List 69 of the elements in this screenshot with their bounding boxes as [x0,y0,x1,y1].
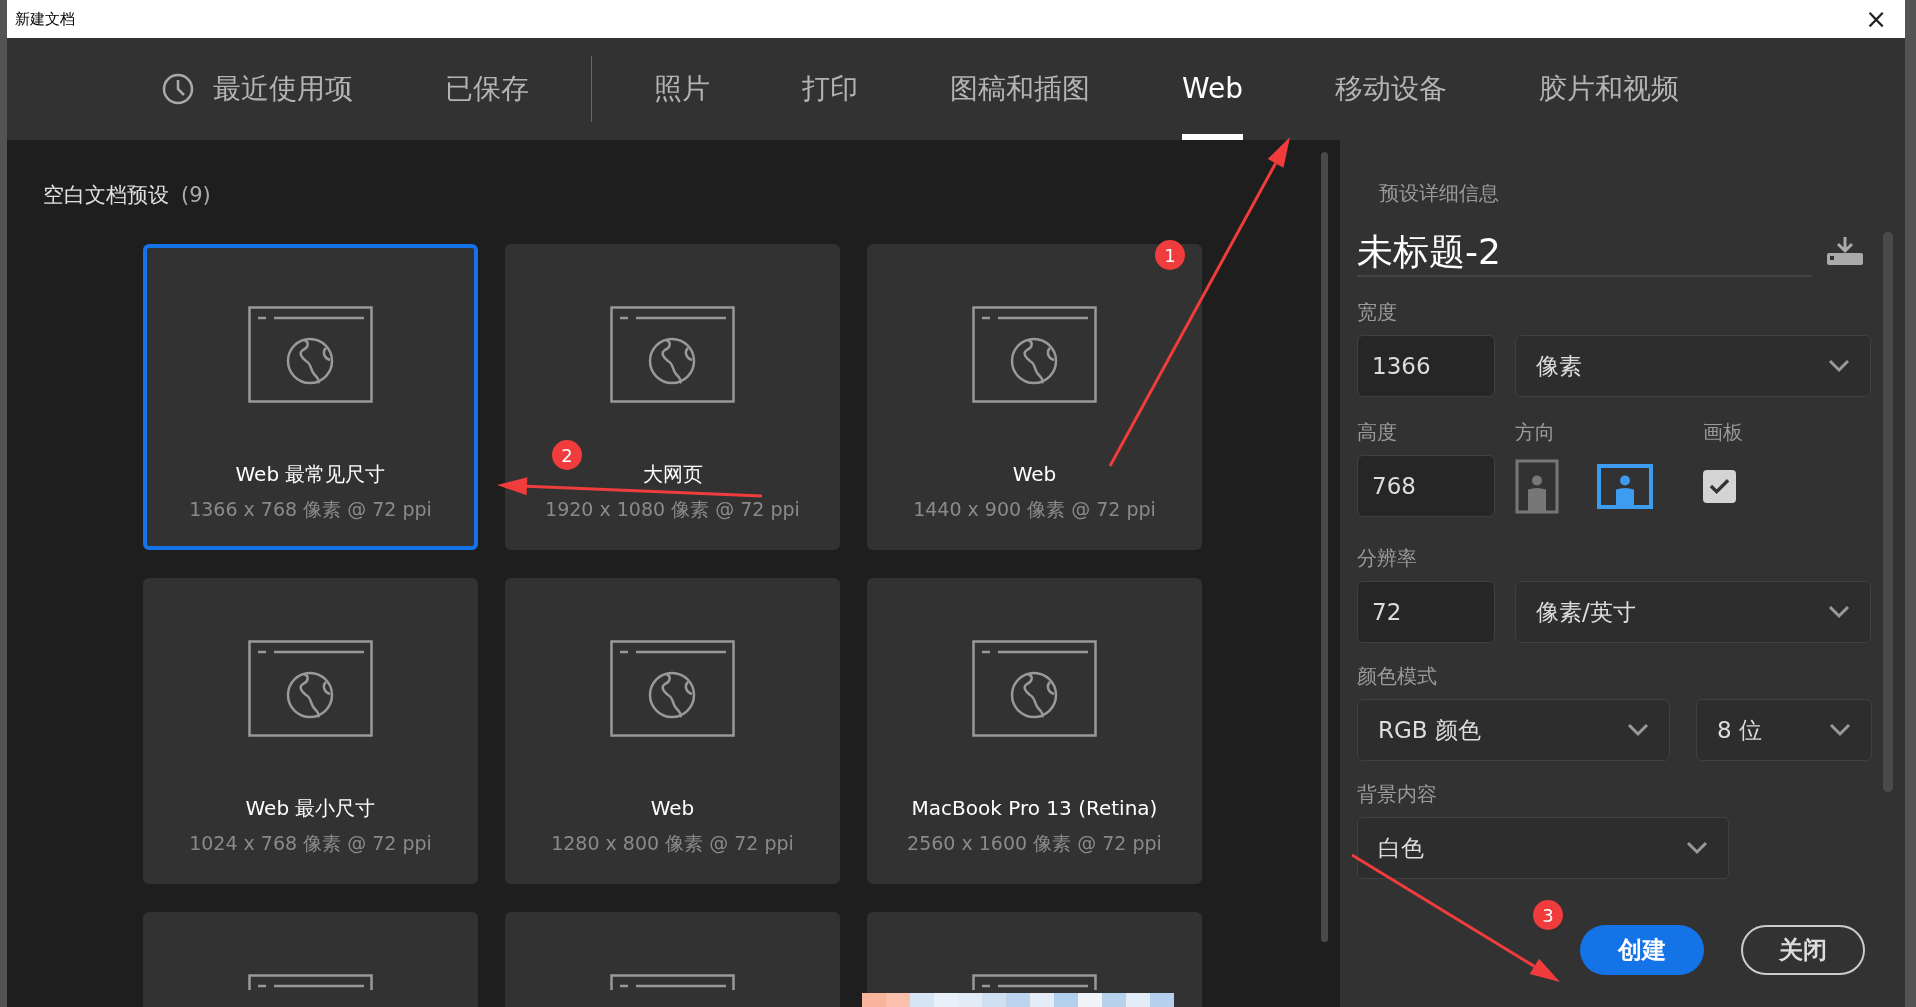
window-title: 新建文档 [15,8,75,30]
category-tab[interactable]: 胶片和视频 [1539,38,1680,140]
width-field[interactable]: 1366 [1357,335,1495,398]
field-label: 分辨率 [1357,545,1418,573]
resolution-unit-dropdown[interactable]: 像素/英寸 [1515,581,1871,644]
bit-depth-dropdown[interactable]: 8 位 [1696,699,1872,762]
globe-window-icon [248,305,373,403]
color-mode-dropdown[interactable]: RGB 颜色 [1357,699,1670,762]
clock-icon [161,72,195,106]
browser-window-icon [972,973,1097,990]
category-tab[interactable]: 已保存 [445,38,529,140]
category-tab[interactable]: 照片 [654,38,710,140]
globe-window-icon [972,305,1097,403]
field-label: 宽度 [1357,299,1398,327]
scrollbar[interactable] [1321,152,1328,942]
save-preset-icon [1826,237,1864,267]
document-name: 未标题-2 [1357,230,1501,274]
panel-heading: 预设详细信息 [1379,180,1500,207]
globe-window-icon [610,305,735,403]
category-tab[interactable]: 图稿和插图 [950,38,1090,140]
preset-count: (9) [181,183,211,207]
category-tab[interactable]: 打印 [802,38,858,140]
chevron-icon [1627,723,1649,738]
preset-size: 2560 x 1600 像素 @ 72 ppi [907,830,1162,856]
preset-card[interactable]: MacBook Pro 13 (Retina) 2560 x 1600 像素 @ 72 ppi [867,577,1202,884]
category-tab[interactable]: 移动设备 [1335,38,1448,140]
globe-window-icon [972,639,1097,737]
section-title: 空白文档预设 [43,183,169,207]
artboard-checkbox[interactable] [1703,469,1736,503]
chevron-icon [1828,605,1850,620]
field-label: 颜色模式 [1357,663,1438,691]
globe-window-icon [610,639,735,737]
field-label: 背景内容 [1357,781,1438,809]
landscape-button[interactable] [1597,463,1653,509]
field-label: 高度 [1357,419,1398,447]
field-label: 画板 [1703,419,1743,447]
preset-name: Web [650,794,695,822]
preset-card[interactable]: Web 1280 x 800 像素 @ 72 ppi [505,577,840,884]
unit-dropdown[interactable]: 像素 [1515,335,1871,398]
preset-card[interactable]: Web 最小尺寸 1024 x 768 像素 @ 72 ppi [143,577,478,884]
check-icon [1709,477,1730,496]
chevron-icon [1686,841,1708,856]
preset-size: 1440 x 900 像素 @ 72 ppi [913,496,1156,522]
preset-size: 1920 x 1080 像素 @ 72 ppi [545,496,800,522]
scrollbar[interactable] [1883,232,1893,792]
background-dropdown[interactable]: 白色 [1357,817,1729,880]
height-field[interactable]: 768 [1357,455,1495,518]
preset-size: 1366 x 768 像素 @ 72 ppi [189,496,432,522]
chevron-icon [1829,723,1851,738]
category-tab[interactable]: 最近使用项 [161,38,353,140]
chevron-icon [1828,359,1850,374]
preset-name: Web 最常见尺寸 [235,460,386,488]
preset-name: Web [1012,460,1057,488]
globe-window-icon [248,639,373,737]
preset-name: MacBook Pro 13 (Retina) [911,794,1158,822]
category-tab[interactable]: Web [1182,38,1244,140]
create-button[interactable]: 创建 [1580,925,1704,976]
close-dialog-button[interactable]: 关闭 [1741,925,1865,976]
portrait-button[interactable] [1515,458,1559,514]
close-button[interactable]: × [1859,6,1893,32]
browser-window-icon [248,973,373,990]
resolution-field[interactable]: 72 [1357,581,1495,644]
preset-size: 1280 x 800 像素 @ 72 ppi [551,830,794,856]
preset-name: 大网页 [642,460,703,488]
field-label: 方向 [1515,419,1556,447]
browser-window-icon [610,973,735,990]
preset-name: Web 最小尺寸 [245,794,376,822]
preset-size: 1024 x 768 像素 @ 72 ppi [189,830,432,856]
preset-card[interactable]: Web 最常见尺寸 1366 x 768 像素 @ 72 ppi [143,243,478,550]
